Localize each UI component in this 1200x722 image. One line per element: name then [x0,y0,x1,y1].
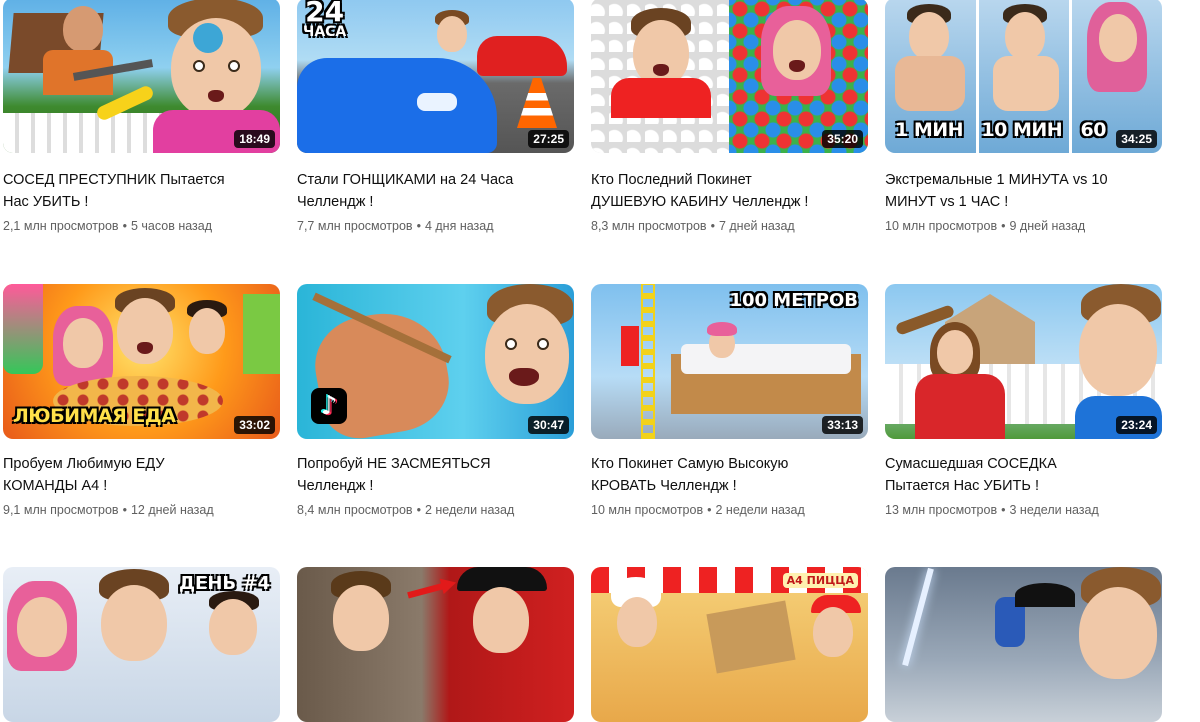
video-thumbnail[interactable]: ЛЮБИМАЯ ЕДА 33:02 [3,284,280,439]
video-meta: 2,1 млн просмотров • 5 часов назад [3,219,280,233]
video-duration: 27:25 [528,130,569,148]
video-duration: 30:47 [528,416,569,434]
meta-separator: • [122,503,127,517]
video-card[interactable]: ЛЮБИМАЯ ЕДА 33:02 Пробуем Любимую ЕДУ КО… [3,284,280,517]
video-title[interactable]: Пробуем Любимую ЕДУ КОМАНДЫ А4 ! [3,453,280,497]
meta-separator: • [1001,219,1006,233]
video-thumbnail[interactable]: 18:49 [3,0,280,153]
thumbnail-art [885,567,1162,722]
video-meta: 9,1 млн просмотров • 12 дней назад [3,503,280,517]
thumbnail-overlay-text: 1 МИН 10 МИН 60 [895,119,1106,141]
view-count: 7,7 млн просмотров [297,219,413,233]
video-thumbnail[interactable]: 24 ЧАСА 27:25 [297,0,574,153]
video-duration: 33:13 [822,416,863,434]
meta-separator: • [1001,503,1006,517]
video-thumbnail[interactable] [297,567,574,722]
video-card[interactable]: ♪ 30:47 Попробуй НЕ ЗАСМЕЯТЬСЯ Челлендж … [297,284,574,517]
video-thumbnail[interactable]: 1 МИН 10 МИН 60 34:25 [885,0,1162,153]
thumbnail-overlay-text: ДЕНЬ #4 [179,573,270,594]
video-card[interactable]: 23:24 Сумасшедшая СОСЕДКА Пытается Нас У… [885,284,1162,517]
upload-age: 3 недели назад [1009,503,1099,517]
thumbnail-art [591,567,868,722]
video-grid: 18:49 СОСЕД ПРЕСТУПНИК Пытается Нас УБИТ… [0,0,1200,722]
video-thumbnail[interactable]: 100 МЕТРОВ 33:13 [591,284,868,439]
meta-separator: • [710,219,715,233]
overlay-subtext: ЧАСА [303,24,347,40]
thumbnail-overlay-text: A4 ПИЦЦА [782,573,858,588]
video-card[interactable]: 18:49 СОСЕД ПРЕСТУПНИК Пытается Нас УБИТ… [3,0,280,233]
video-card[interactable] [297,567,574,722]
video-meta: 7,7 млн просмотров • 4 дня назад [297,219,574,233]
video-card[interactable]: 24 ЧАСА 27:25 Стали ГОНЩИКАМИ на 24 Часа … [297,0,574,233]
view-count: 8,3 млн просмотров [591,219,707,233]
thumbnail-overlay-text: 24 ЧАСА [303,0,346,40]
view-count: 2,1 млн просмотров [3,219,119,233]
video-title[interactable]: Попробуй НЕ ЗАСМЕЯТЬСЯ Челлендж ! [297,453,574,497]
video-duration: 18:49 [234,130,275,148]
video-thumbnail[interactable]: A4 ПИЦЦА [591,567,868,722]
view-count: 8,4 млн просмотров [297,503,413,517]
thumbnail-overlay-text: ЛЮБИМАЯ ЕДА [13,405,176,427]
video-card[interactable]: 35:20 Кто Последний Покинет ДУШЕВУЮ КАБИ… [591,0,868,233]
video-duration: 35:20 [822,130,863,148]
video-meta: 13 млн просмотров • 3 недели назад [885,503,1162,517]
meta-separator: • [416,503,421,517]
video-duration: 34:25 [1116,130,1157,148]
tiktok-logo-icon: ♪ [311,388,347,424]
meta-separator: • [416,219,421,233]
video-title[interactable]: Кто Последний Покинет ДУШЕВУЮ КАБИНУ Чел… [591,169,868,213]
video-thumbnail[interactable]: 23:24 [885,284,1162,439]
upload-age: 9 дней назад [1009,219,1086,233]
video-title[interactable]: Сумасшедшая СОСЕДКА Пытается Нас УБИТЬ ! [885,453,1162,497]
video-meta: 10 млн просмотров • 2 недели назад [591,503,868,517]
video-duration: 33:02 [234,416,275,434]
upload-age: 12 дней назад [130,503,214,517]
video-card[interactable]: A4 ПИЦЦА [591,567,868,722]
video-thumbnail[interactable]: ♪ 30:47 [297,284,574,439]
video-card[interactable]: 1 МИН 10 МИН 60 34:25 Экстремальные 1 МИ… [885,0,1162,233]
upload-age: 5 часов назад [130,219,213,233]
video-thumbnail[interactable]: 35:20 [591,0,868,153]
upload-age: 2 недели назад [424,503,515,517]
video-title[interactable]: СОСЕД ПРЕСТУПНИК Пытается Нас УБИТЬ ! [3,169,280,213]
video-title[interactable]: Кто Покинет Самую Высокую КРОВАТЬ Челлен… [591,453,868,497]
view-count: 9,1 млн просмотров [3,503,119,517]
video-card[interactable]: ДЕНЬ #4 [3,567,280,722]
meta-separator: • [707,503,712,517]
video-title[interactable]: Экстремальные 1 МИНУТА vs 10 МИНУТ vs 1 … [885,169,1162,213]
video-title[interactable]: Стали ГОНЩИКАМИ на 24 Часа Челлендж ! [297,169,574,213]
video-thumbnail[interactable]: ДЕНЬ #4 [3,567,280,722]
view-count: 13 млн просмотров [885,503,998,517]
view-count: 10 млн просмотров [885,219,998,233]
video-meta: 8,3 млн просмотров • 7 дней назад [591,219,868,233]
upload-age: 7 дней назад [718,219,795,233]
video-meta: 10 млн просмотров • 9 дней назад [885,219,1162,233]
thumbnail-overlay-text: 100 МЕТРОВ [729,290,858,311]
video-thumbnail[interactable] [885,567,1162,722]
video-card[interactable] [885,567,1162,722]
video-card[interactable]: 100 МЕТРОВ 33:13 Кто Покинет Самую Высок… [591,284,868,517]
upload-age: 4 дня назад [424,219,494,233]
thumbnail-art [297,567,574,722]
video-meta: 8,4 млн просмотров • 2 недели назад [297,503,574,517]
video-duration: 23:24 [1116,416,1157,434]
upload-age: 2 недели назад [715,503,805,517]
view-count: 10 млн просмотров [591,503,704,517]
meta-separator: • [122,219,127,233]
